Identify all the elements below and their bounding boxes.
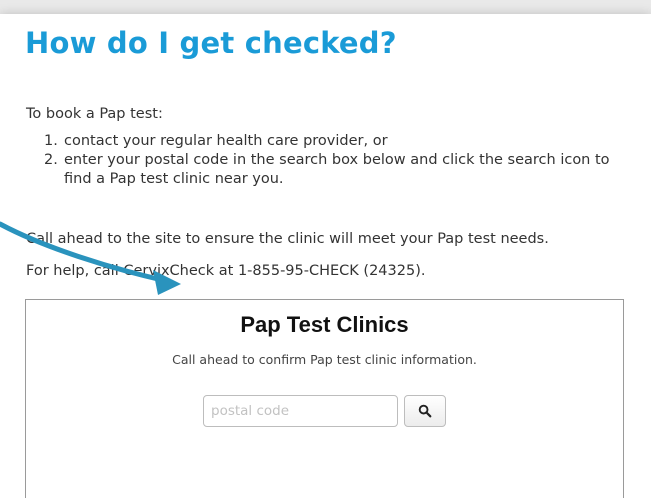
booking-steps-list: 1. contact your regular health care prov… — [44, 132, 634, 189]
help-line: For help, call CervixCheck at 1-855-95-C… — [26, 263, 426, 279]
step-text: enter your postal code in the search box… — [64, 152, 610, 187]
list-item: 1. contact your regular health care prov… — [44, 132, 634, 151]
call-ahead-note: Call ahead to the site to ensure the cli… — [26, 231, 549, 247]
list-item: 2. enter your postal code in the search … — [44, 151, 634, 189]
step-text: contact your regular health care provide… — [64, 133, 388, 149]
step-number: 1. — [44, 133, 58, 149]
step-number: 2. — [44, 152, 58, 168]
page-heading: How do I get checked? — [25, 26, 397, 60]
postal-code-input[interactable] — [203, 395, 398, 427]
search-icon — [418, 404, 432, 418]
clinic-finder-widget: Pap Test Clinics Call ahead to confirm P… — [25, 299, 624, 498]
search-button[interactable] — [404, 395, 446, 427]
clinic-finder-subtitle: Call ahead to confirm Pap test clinic in… — [172, 352, 477, 367]
intro-text: To book a Pap test: — [26, 106, 163, 122]
clinic-finder-title: Pap Test Clinics — [240, 312, 409, 337]
